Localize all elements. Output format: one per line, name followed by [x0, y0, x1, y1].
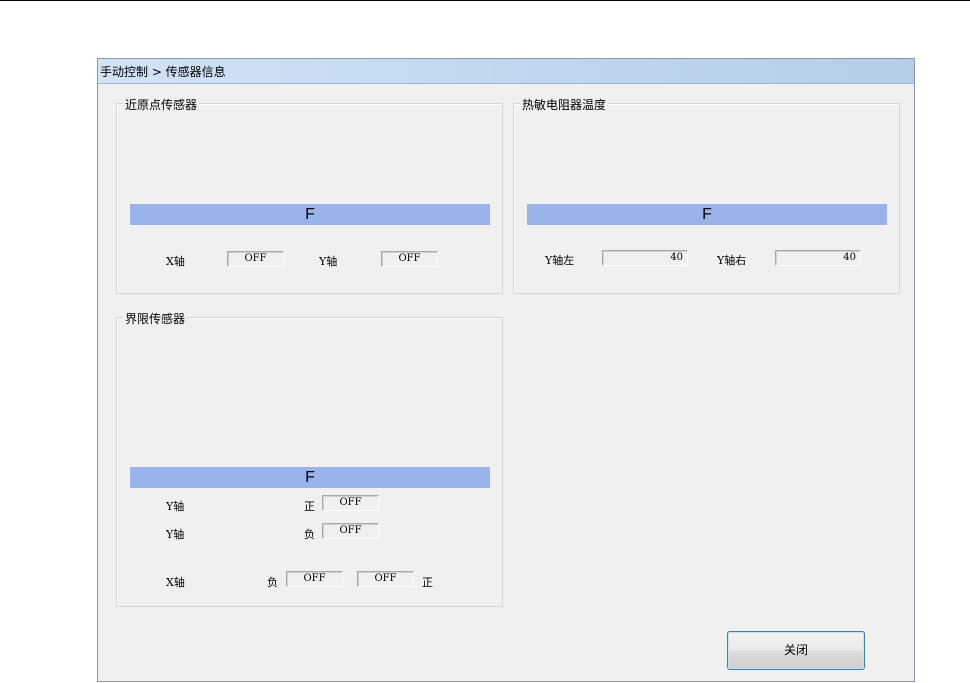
- limit-row3-negative-value: OFF: [286, 571, 343, 587]
- origin-sensor-legend: 近原点传感器: [123, 96, 200, 113]
- limit-row3-negative-label: 负: [267, 576, 278, 589]
- thermistor-y-right-label: Y轴右: [717, 254, 747, 267]
- thermistor-y-left-label: Y轴左: [545, 254, 575, 267]
- window-title: 手动控制 > 传感器信息: [100, 65, 226, 79]
- title-bar[interactable]: 手动控制 > 传感器信息: [98, 59, 914, 84]
- origin-x-axis-label: X轴: [166, 255, 185, 268]
- limit-row2-value: OFF: [322, 523, 379, 539]
- close-button[interactable]: 关闭: [727, 631, 865, 670]
- origin-y-axis-value: OFF: [381, 251, 438, 267]
- thermistor-legend: 热敏电阻器温度: [520, 96, 609, 113]
- thermistor-group: 热敏电阻器温度 F Y轴左 40 Y轴右 40: [513, 96, 900, 294]
- limit-row3-axis-label: X轴: [166, 576, 185, 589]
- thermistor-y-left-value: 40: [602, 250, 688, 266]
- limit-row3-positive-value: OFF: [357, 571, 414, 587]
- limit-row1-value: OFF: [322, 495, 379, 511]
- thermistor-status-bar: F: [527, 204, 887, 225]
- limit-row3-positive-label: 正: [422, 576, 433, 589]
- sensor-info-window: 手动控制 > 传感器信息 近原点传感器 F X轴 OFF Y轴 OFF 热敏电阻…: [97, 58, 915, 682]
- origin-y-axis-label: Y轴: [319, 255, 338, 268]
- limit-row1-axis-label: Y轴: [166, 500, 185, 513]
- origin-sensor-status-bar: F: [130, 204, 490, 225]
- limit-sensor-status-bar: F: [130, 467, 490, 488]
- limit-sensor-legend: 界限传感器: [123, 310, 188, 327]
- top-divider-line: [0, 0, 970, 1]
- limit-sensor-group: 界限传感器 F Y轴 正 OFF Y轴 负 OFF X轴 负 OFF OFF 正: [116, 310, 503, 607]
- thermistor-y-right-value: 40: [775, 250, 861, 266]
- limit-row1-direction-label: 正: [304, 500, 315, 513]
- origin-sensor-group: 近原点传感器 F X轴 OFF Y轴 OFF: [116, 96, 503, 294]
- limit-row2-axis-label: Y轴: [166, 528, 185, 541]
- origin-x-axis-value: OFF: [227, 251, 284, 267]
- limit-row2-direction-label: 负: [304, 528, 315, 541]
